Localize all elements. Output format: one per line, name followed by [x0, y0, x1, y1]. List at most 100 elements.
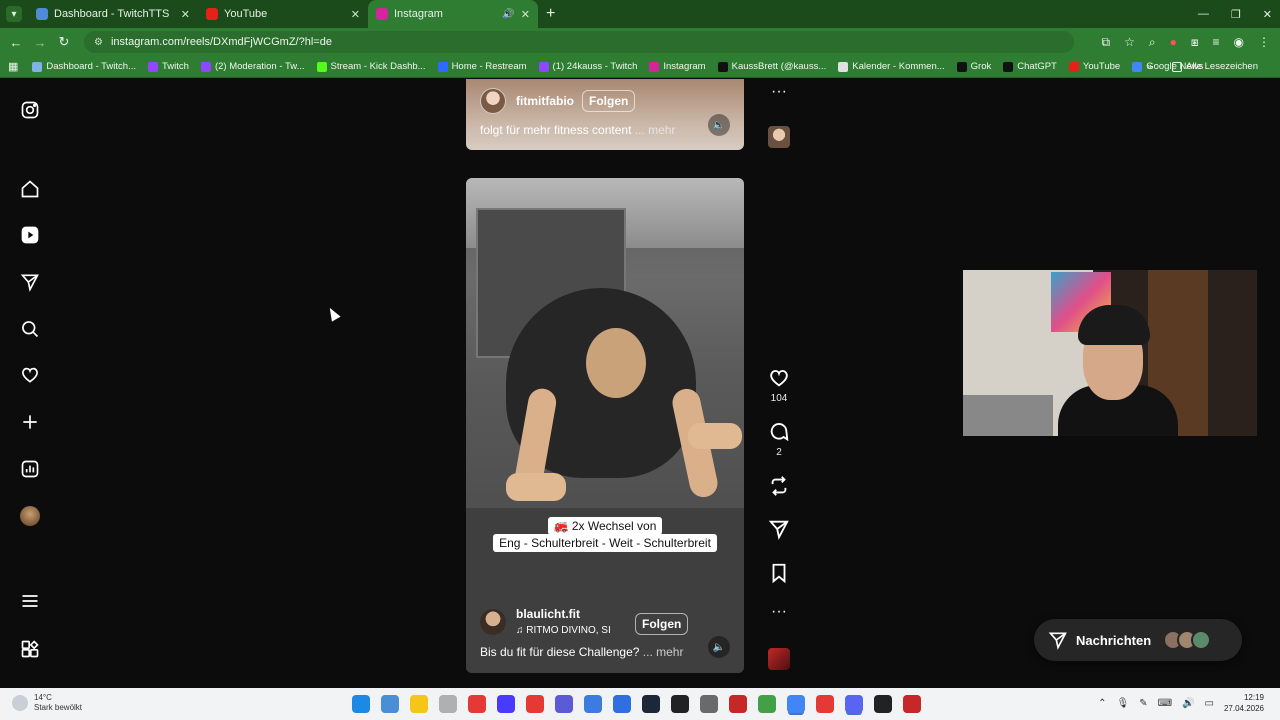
url-bar[interactable]: ⚙ instagram.com/reels/DXmdFjWCGmZ/?hl=de — [84, 31, 1074, 53]
profile-avatar-icon[interactable]: ◉ — [1234, 35, 1244, 49]
taskbar-app-icon[interactable] — [758, 695, 776, 713]
close-tab-icon[interactable]: ✕ — [181, 8, 190, 21]
close-tab-icon[interactable]: ✕ — [351, 8, 360, 21]
clock[interactable]: 12:19 27.04.2026 — [1224, 692, 1264, 714]
more-bookmarks-chevron-icon[interactable]: » — [1147, 61, 1152, 72]
taskbar-app-icon[interactable] — [352, 695, 370, 713]
audio-track[interactable]: ♫ RITMO DIVINO, SI — [516, 625, 611, 636]
reels-icon[interactable] — [20, 225, 40, 245]
dashboard-stats-icon[interactable] — [20, 459, 40, 479]
bookmark-star-icon[interactable]: ☆ — [1124, 35, 1135, 49]
maximize-icon[interactable]: ❐ — [1231, 8, 1241, 21]
more-options-icon[interactable]: ··· — [764, 603, 794, 621]
bookmark-item[interactable]: Dashboard - Twitch... — [32, 61, 136, 72]
follow-button[interactable]: Folgen — [635, 613, 689, 635]
more-menu-icon[interactable] — [20, 591, 40, 611]
follow-button[interactable]: Folgen — [582, 90, 636, 112]
author-avatar[interactable] — [480, 609, 506, 635]
show-hidden-icons-chevron-icon[interactable]: ⌃ — [1098, 698, 1106, 709]
taskbar-app-icon[interactable] — [410, 695, 428, 713]
more-link[interactable]: ... mehr — [635, 123, 676, 137]
all-bookmarks-button[interactable]: Alle Lesezeichen — [1172, 61, 1258, 72]
taskbar-app-icon[interactable] — [642, 695, 660, 713]
bookmark-item[interactable]: ChatGPT — [1003, 61, 1057, 72]
bookmark-item[interactable]: Instagram — [649, 61, 706, 72]
taskbar-app-icon[interactable] — [874, 695, 892, 713]
author-username[interactable]: blaulicht.fit — [516, 607, 580, 621]
taskbar-app-icon[interactable] — [555, 695, 573, 713]
edit-pen-icon[interactable]: ✎ — [1139, 698, 1147, 709]
bookmark-item[interactable]: Home - Restream — [437, 61, 527, 72]
audio-thumbnail[interactable] — [764, 126, 794, 148]
home-icon[interactable] — [20, 179, 40, 199]
bookmark-item[interactable]: (2) Moderation - Tw... — [200, 61, 305, 72]
extensions-icon[interactable]: ⧆ — [1191, 35, 1199, 50]
tab-youtube[interactable]: YouTube ✕ — [198, 0, 368, 28]
forward-icon[interactable]: → — [28, 35, 52, 50]
taskbar-app-icon[interactable] — [700, 695, 718, 713]
taskbar-app-icon[interactable] — [613, 695, 631, 713]
taskbar-app-icon[interactable] — [584, 695, 602, 713]
new-tab-button[interactable]: + — [546, 5, 555, 23]
install-app-icon[interactable]: ⧉ — [1102, 35, 1111, 50]
reload-icon[interactable]: ↻ — [52, 34, 76, 50]
tab-search-button[interactable]: ▾ — [6, 6, 22, 22]
direct-messages-icon[interactable] — [20, 272, 40, 292]
close-window-icon[interactable]: ✕ — [1263, 8, 1272, 21]
site-info-icon[interactable]: ⚙ — [94, 37, 103, 48]
like-button[interactable]: 104 — [764, 367, 794, 404]
taskbar-app-icon[interactable] — [729, 695, 747, 713]
mute-toggle-icon[interactable]: 🔈 — [708, 114, 730, 136]
more-link[interactable]: ... mehr — [643, 645, 684, 659]
microphone-icon[interactable]: 🎙 — [1117, 698, 1130, 709]
taskbar-app-icon[interactable] — [845, 695, 863, 713]
previous-reel[interactable]: fitmitfabio Folgen folgt für mehr fitnes… — [466, 79, 744, 150]
bookmark-item[interactable]: KaussBrett (@kauss... — [717, 61, 826, 72]
volume-icon[interactable]: 🔊 — [1182, 698, 1194, 709]
more-options-icon[interactable]: ··· — [764, 83, 794, 101]
instagram-logo-icon[interactable] — [20, 100, 40, 120]
close-tab-icon[interactable]: ✕ — [521, 8, 530, 21]
battery-icon[interactable]: ▭ — [1205, 698, 1214, 709]
apps-grid-icon[interactable]: ▦ — [8, 60, 18, 73]
weather-widget[interactable]: 14°C Stark bewölkt — [12, 693, 82, 713]
bookmark-item[interactable]: Grok — [956, 61, 991, 72]
notifications-heart-icon[interactable] — [20, 365, 40, 385]
taskbar-app-icon[interactable] — [381, 695, 399, 713]
create-plus-icon[interactable] — [20, 412, 40, 432]
taskbar-app-icon[interactable] — [468, 695, 486, 713]
repost-button[interactable] — [764, 475, 794, 497]
bookmark-item[interactable]: Twitch — [148, 61, 189, 72]
messages-button[interactable]: Nachrichten — [1034, 619, 1242, 661]
taskbar-app-icon[interactable] — [787, 695, 805, 713]
search-icon[interactable] — [20, 319, 40, 339]
author-username[interactable]: fitmitfabio — [516, 94, 574, 108]
taskbar-app-icon[interactable] — [497, 695, 515, 713]
author-avatar[interactable] — [480, 88, 506, 114]
bookmark-item[interactable]: Stream - Kick Dashb... — [316, 61, 426, 72]
tab-twitchtts[interactable]: Dashboard - TwitchTTS ✕ — [28, 0, 198, 28]
speaker-icon[interactable]: 🔊 — [502, 9, 514, 20]
media-controls-icon[interactable]: ≡ — [1213, 35, 1220, 49]
share-button[interactable] — [764, 518, 794, 540]
profile-avatar[interactable] — [20, 506, 40, 526]
mute-toggle-icon[interactable]: 🔈 — [708, 636, 730, 658]
save-button[interactable] — [764, 562, 794, 584]
back-icon[interactable]: ← — [4, 35, 28, 50]
zoom-icon[interactable]: ⌕ — [1149, 35, 1156, 50]
audio-thumbnail[interactable] — [764, 648, 794, 670]
tab-instagram[interactable]: Instagram 🔊 ✕ — [368, 0, 538, 28]
adblock-extension-icon[interactable]: ● — [1170, 35, 1177, 49]
also-from-meta-icon[interactable] — [20, 639, 40, 659]
bookmark-item[interactable]: YouTube — [1068, 61, 1120, 72]
taskbar-app-icon[interactable] — [671, 695, 689, 713]
menu-dots-icon[interactable]: ⋮ — [1258, 35, 1270, 49]
minimize-icon[interactable]: — — [1198, 8, 1209, 20]
taskbar-app-icon[interactable] — [439, 695, 457, 713]
comment-button[interactable]: 2 — [764, 421, 794, 458]
network-icon[interactable]: ⌨ — [1158, 698, 1172, 709]
taskbar-app-icon[interactable] — [903, 695, 921, 713]
current-reel-video[interactable]: 🚒 2x Wechsel von Eng - Schulterbreit - W… — [466, 178, 744, 673]
taskbar-app-icon[interactable] — [526, 695, 544, 713]
bookmark-item[interactable]: Kalender - Kommen... — [838, 61, 945, 72]
